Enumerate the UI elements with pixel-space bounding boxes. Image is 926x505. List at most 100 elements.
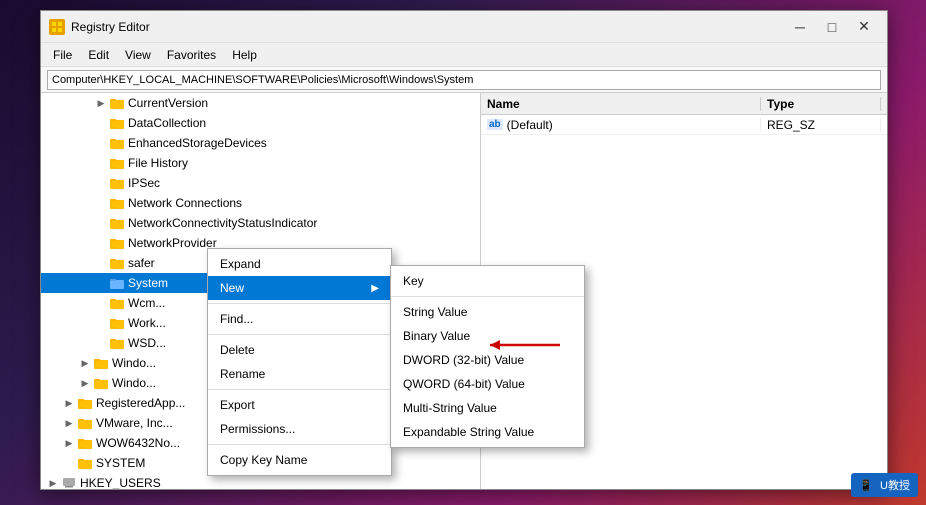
tree-label: File History (128, 156, 188, 170)
minimize-button[interactable]: ─ (785, 16, 815, 38)
submenu-multistring[interactable]: Multi-String Value (391, 396, 584, 420)
reg-cell-name: ab (Default) (481, 118, 761, 132)
tree-label: Wcm... (128, 296, 165, 310)
ctx-separator-2 (208, 334, 391, 335)
tree-label: HKEY_USERS (80, 476, 161, 489)
folder-icon (109, 275, 125, 291)
watermark: 📱 U教授 (851, 473, 918, 497)
tree-label: WSD... (128, 336, 166, 350)
submenu-qword[interactable]: QWORD (64-bit) Value (391, 372, 584, 396)
tree-label: IPSec (128, 176, 160, 190)
tree-label: System (128, 276, 168, 290)
submenu-string[interactable]: String Value (391, 300, 584, 324)
menu-help[interactable]: Help (224, 46, 265, 64)
watermark-icon: 📱 (859, 480, 873, 492)
tree-label: Windo... (112, 376, 156, 390)
tree-item-datacollection[interactable]: ▶ DataCollection (41, 113, 480, 133)
ab-icon: ab (487, 119, 503, 130)
tree-label: Work... (128, 316, 166, 330)
submenu-expandstring[interactable]: Expandable String Value (391, 420, 584, 444)
ctx-separator-1 (208, 303, 391, 304)
expand-arrow: ▶ (77, 355, 93, 371)
ctx-delete[interactable]: Delete (208, 338, 391, 362)
window-title: Registry Editor (71, 20, 785, 34)
menu-view[interactable]: View (117, 46, 159, 64)
ctx-find[interactable]: Find... (208, 307, 391, 331)
submenu-dword[interactable]: DWORD (32-bit) Value (391, 348, 584, 372)
expand-arrow: ▶ (61, 435, 77, 451)
menu-edit[interactable]: Edit (80, 46, 117, 64)
ctx-expand[interactable]: Expand (208, 252, 391, 276)
submenu-separator-1 (391, 296, 584, 297)
tree-item-networkconnections[interactable]: ▶ Network Connections (41, 193, 480, 213)
folder-icon (77, 455, 93, 471)
tree-label: SYSTEM (96, 456, 145, 470)
computer-icon (61, 475, 77, 489)
tree-item-ipsec[interactable]: ▶ IPSec (41, 173, 480, 193)
menu-bar: File Edit View Favorites Help (41, 43, 887, 67)
reg-row-default[interactable]: ab (Default) REG_SZ (481, 115, 887, 135)
expand-arrow: ▶ (93, 95, 109, 111)
folder-icon (93, 375, 109, 391)
address-input[interactable] (47, 70, 881, 90)
tree-item-networkconnectivity[interactable]: ▶ NetworkConnectivityStatusIndicator (41, 213, 480, 233)
tree-label: Network Connections (128, 196, 242, 210)
folder-icon (109, 155, 125, 171)
maximize-button[interactable]: □ (817, 16, 847, 38)
submenu-binary[interactable]: Binary Value (391, 324, 584, 348)
context-menu: Expand New ▶ Find... Delete Rename Expor… (207, 248, 392, 476)
reg-name-label: (Default) (507, 118, 553, 132)
folder-icon (109, 215, 125, 231)
title-bar: Registry Editor ─ □ ✕ (41, 11, 887, 43)
tree-label: RegisteredApp... (96, 396, 185, 410)
watermark-text: U教授 (880, 480, 910, 492)
tree-item-filehistory[interactable]: ▶ File History (41, 153, 480, 173)
ctx-permissions[interactable]: Permissions... (208, 417, 391, 441)
close-button[interactable]: ✕ (849, 16, 879, 38)
reg-cell-type: REG_SZ (761, 118, 881, 132)
tree-label: VMware, Inc... (96, 416, 173, 430)
ctx-copykeyname[interactable]: Copy Key Name (208, 448, 391, 472)
tree-label: WOW6432No... (96, 436, 180, 450)
folder-icon (109, 235, 125, 251)
tree-label: NetworkConnectivityStatusIndicator (128, 216, 317, 230)
submenu-key[interactable]: Key (391, 269, 584, 293)
folder-icon (109, 295, 125, 311)
tree-label: EnhancedStorageDevices (128, 136, 267, 150)
expand-arrow: ▶ (45, 475, 61, 489)
ctx-separator-4 (208, 444, 391, 445)
submenu-arrow: ▶ (371, 283, 379, 294)
ctx-new-label: New (220, 281, 244, 295)
tree-item-currentversion[interactable]: ▶ CurrentVersion (41, 93, 480, 113)
folder-icon (77, 395, 93, 411)
ctx-new[interactable]: New ▶ (208, 276, 391, 300)
tree-item-enhancedstorage[interactable]: ▶ EnhancedStorageDevices (41, 133, 480, 153)
folder-icon (109, 315, 125, 331)
col-type: Type (761, 97, 881, 111)
menu-file[interactable]: File (45, 46, 80, 64)
folder-icon (77, 415, 93, 431)
address-bar (41, 67, 887, 93)
ctx-export[interactable]: Export (208, 393, 391, 417)
folder-icon (109, 195, 125, 211)
window-controls: ─ □ ✕ (785, 16, 879, 38)
folder-icon (109, 255, 125, 271)
expand-arrow: ▶ (77, 375, 93, 391)
app-icon (49, 19, 65, 35)
folder-icon (109, 115, 125, 131)
col-name: Name (481, 97, 761, 111)
tree-label: safer (128, 256, 155, 270)
submenu-new: Key String Value Binary Value DWORD (32-… (390, 265, 585, 448)
tree-label: CurrentVersion (128, 96, 208, 110)
folder-icon (77, 435, 93, 451)
ctx-separator-3 (208, 389, 391, 390)
folder-icon (109, 135, 125, 151)
expand-arrow: ▶ (61, 395, 77, 411)
folder-icon (93, 355, 109, 371)
registry-header: Name Type Data (481, 93, 887, 115)
ctx-rename[interactable]: Rename (208, 362, 391, 386)
folder-icon (109, 175, 125, 191)
col-data: Data (881, 97, 887, 111)
folder-icon (109, 95, 125, 111)
menu-favorites[interactable]: Favorites (159, 46, 224, 64)
